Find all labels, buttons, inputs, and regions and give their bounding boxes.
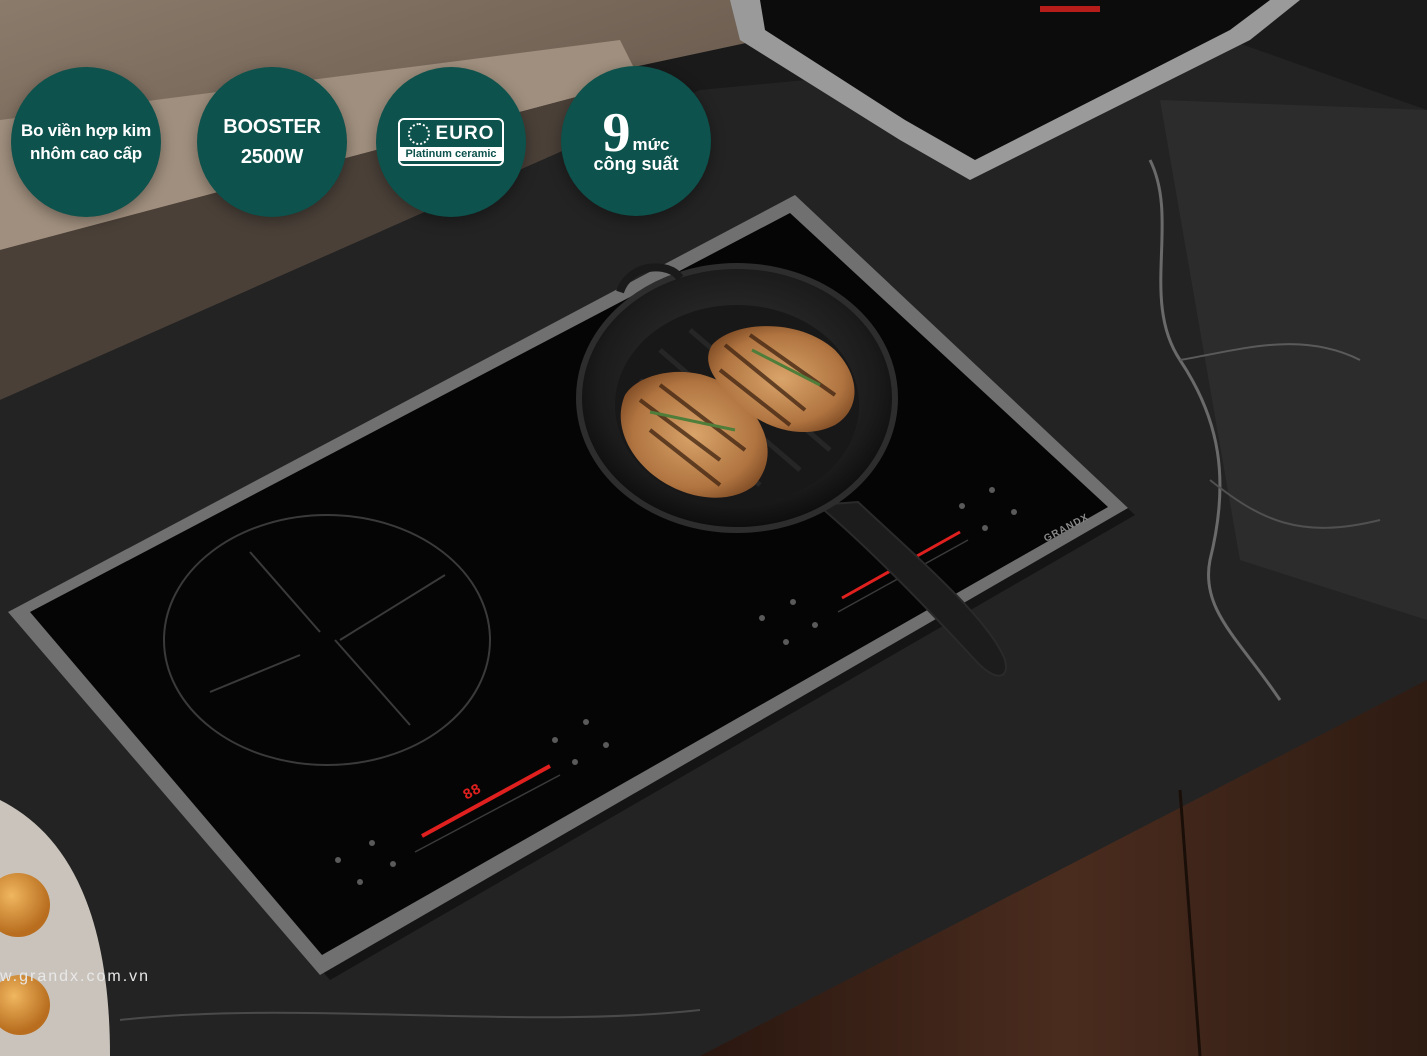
product-scene: 88 GRANDX Bo viền hợp kim nhôm cao cấp B… [0, 0, 1427, 1056]
badge-booster-line2: 2500W [240, 146, 304, 168]
badge-frame-line2: nhôm cao cấp [30, 144, 142, 163]
badge-frame-line1: Bo viền hợp kim [21, 121, 151, 140]
levels-unit: mức [632, 135, 670, 154]
badge-booster-line1: BOOSTER [223, 116, 321, 138]
euro-subtitle: Platinum ceramic [400, 147, 502, 161]
badge-aluminum-frame: Bo viền hợp kim nhôm cao cấp [11, 67, 161, 217]
left-zone-display: 88 [460, 781, 484, 804]
badge-booster: BOOSTER 2500W [197, 67, 347, 217]
levels-subtitle: công suất [593, 154, 679, 174]
euro-word: EURO [435, 123, 495, 144]
eu-stars-icon [407, 123, 430, 145]
badge-power-levels: 9 mức công suất [561, 66, 711, 216]
website-url: w.grandx.com.vn [0, 968, 151, 985]
badge-euro-ceramic: EURO Platinum ceramic [376, 67, 526, 217]
euro-logo: EURO Platinum ceramic [398, 118, 504, 166]
brand-mark: GRANDX [1042, 512, 1091, 545]
levels-number: 9 [602, 102, 631, 164]
